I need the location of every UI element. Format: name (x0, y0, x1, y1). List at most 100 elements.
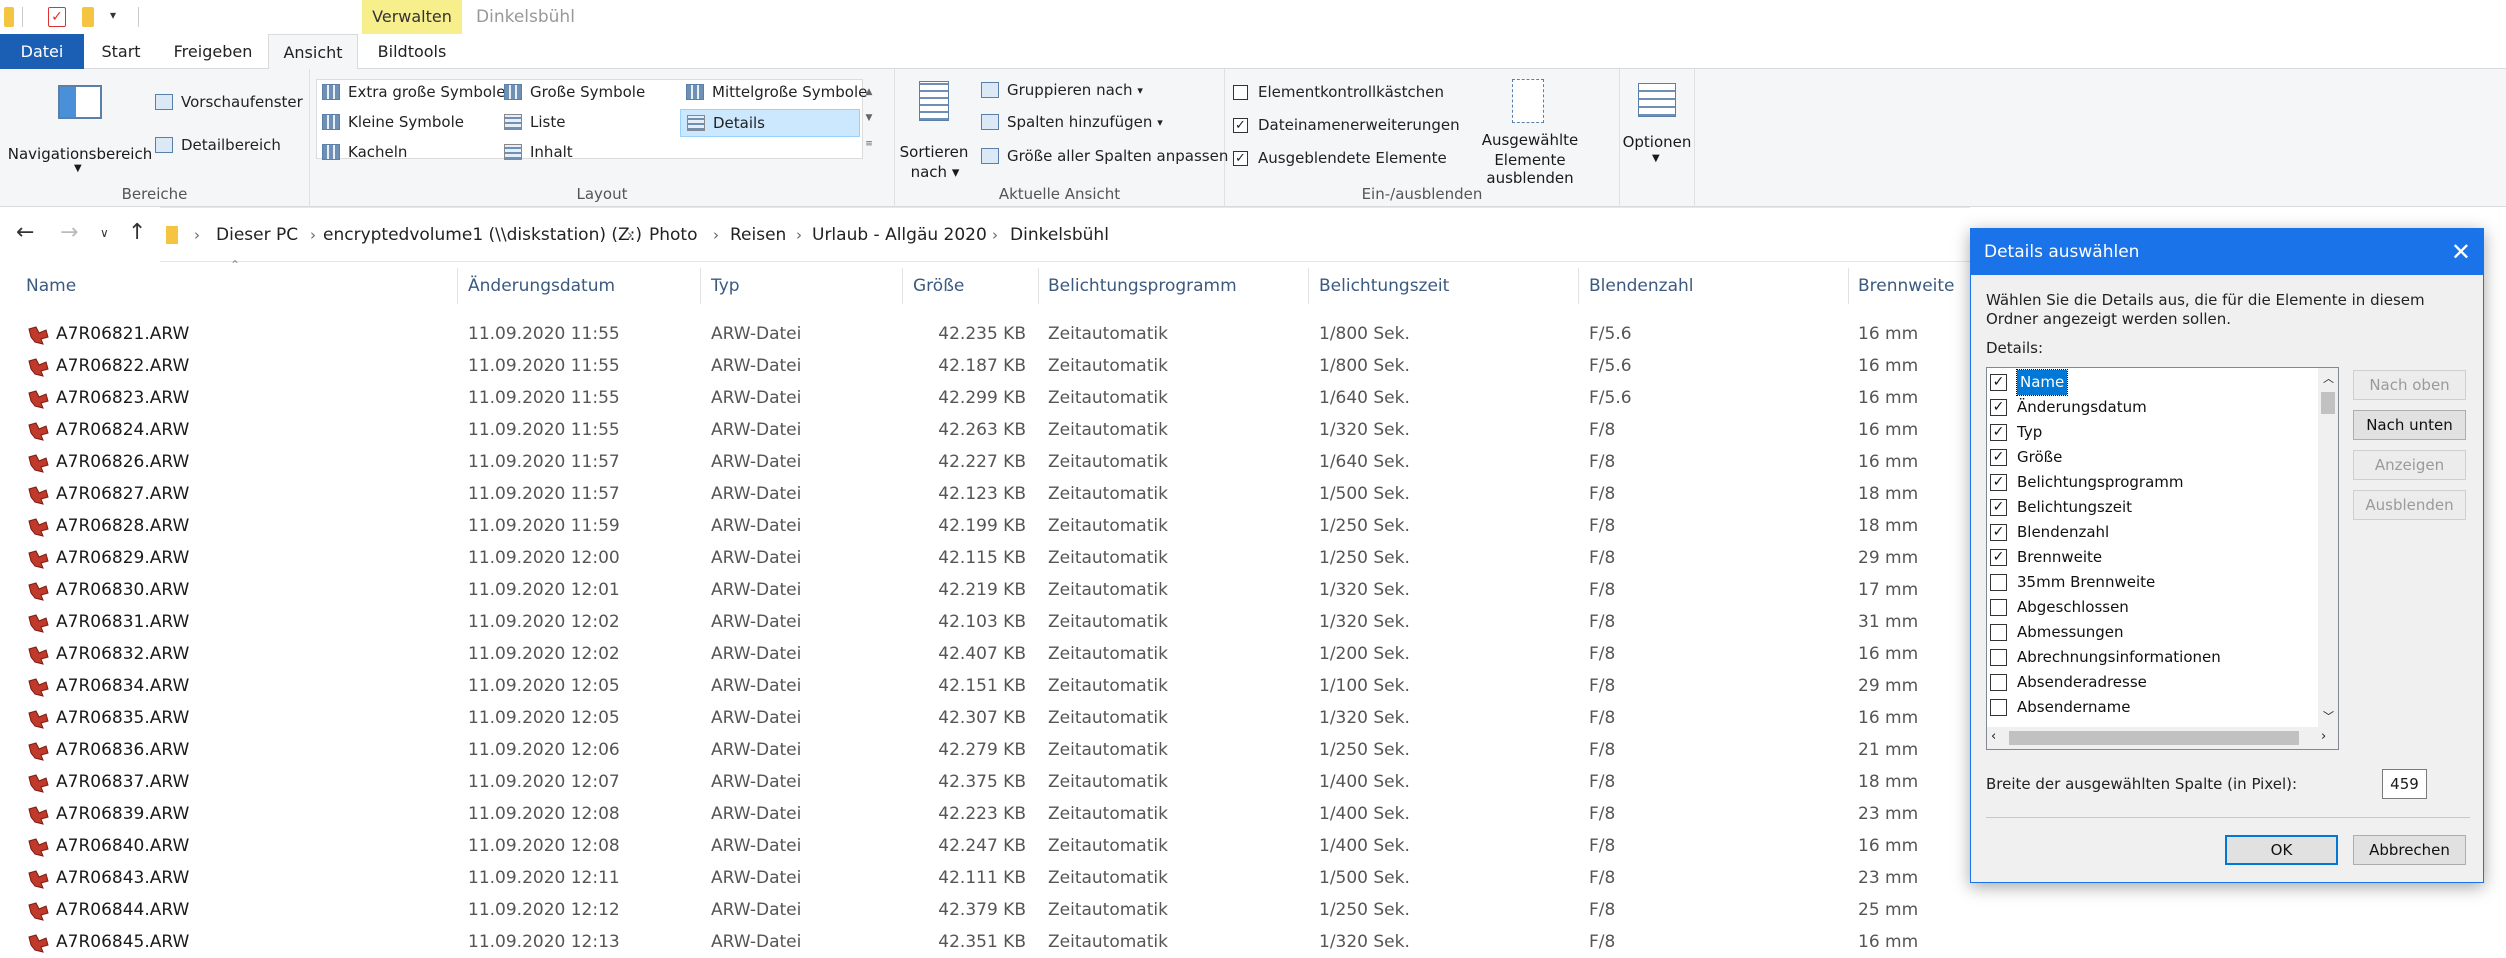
table-row[interactable]: A7R06839.ARW 11.09.2020 12:08 ARW-Datei 42.… (0, 798, 1970, 830)
details-list-item[interactable]: Absenderadresse (1987, 670, 2307, 695)
table-row[interactable]: A7R06827.ARW 11.09.2020 11:57 ARW-Datei 42.… (0, 478, 1970, 510)
table-row[interactable]: A7R06823.ARW 11.09.2020 11:55 ARW-Datei 42.… (0, 382, 1970, 414)
scroll-left-icon[interactable]: ‹ (1991, 729, 1996, 744)
nach-oben-button[interactable]: Nach oben (2353, 370, 2466, 400)
vertical-scrollbar[interactable]: ︿ ﹀ (2318, 368, 2338, 728)
table-row[interactable]: A7R06836.ARW 11.09.2020 12:06 ARW-Datei 42.… (0, 734, 1970, 766)
chevron-right-icon[interactable]: › (194, 208, 200, 263)
column-divider[interactable] (700, 268, 701, 304)
checkbox-checked-icon[interactable]: ✓ (1990, 524, 2007, 541)
column-header-brennweite[interactable]: Brennweite (1858, 262, 1955, 310)
table-row[interactable]: A7R06845.ARW 11.09.2020 12:13 ARW-Datei 42.… (0, 926, 1970, 958)
checkbox-checked-icon[interactable]: ✓ (1990, 499, 2007, 516)
elementkontrollkaestchen-checkbox[interactable]: Elementkontrollkästchen (1233, 83, 1444, 101)
scroll-up-icon[interactable]: ︿ (2323, 370, 2334, 386)
layout-extra-large-icons[interactable]: Extra große Symbole (322, 83, 505, 101)
forward-arrow-icon[interactable]: → (60, 222, 78, 244)
recent-locations-chevron-icon[interactable]: ∨ (100, 222, 109, 244)
checkbox-unchecked[interactable] (1990, 624, 2007, 641)
gallery-scrollbar[interactable]: ▲ ▼ ≡ (864, 79, 874, 159)
layout-content[interactable]: Inhalt (504, 143, 573, 161)
column-divider[interactable] (1308, 268, 1309, 304)
details-list-item[interactable]: Abmessungen (1987, 620, 2307, 645)
breadcrumb-item[interactable]: Dieser PC (216, 208, 298, 263)
layout-details[interactable]: Details (680, 109, 860, 137)
details-list-item[interactable]: ✓ Name (1987, 369, 2307, 396)
scroll-right-icon[interactable]: › (2321, 729, 2326, 744)
column-divider[interactable] (457, 268, 458, 304)
details-list-item[interactable]: Abrechnungsinformationen (1987, 645, 2307, 670)
details-list-item[interactable]: 35mm Brennweite (1987, 570, 2307, 595)
checkbox-checked-icon[interactable]: ✓ (1990, 449, 2007, 466)
checkbox-unchecked[interactable] (1990, 674, 2007, 691)
column-divider[interactable] (1578, 268, 1579, 304)
nach-unten-button[interactable]: Nach unten (2353, 410, 2466, 440)
gruppieren-button[interactable]: Gruppieren nach ▾ (981, 81, 1143, 99)
spaltengroesse-button[interactable]: Größe aller Spalten anpassen (981, 147, 1228, 165)
ausblenden-button[interactable]: Ausblenden (2353, 490, 2466, 520)
breadcrumb-item[interactable]: encryptedvolume1 (\\diskstation) (Z:) (323, 208, 642, 263)
table-row[interactable]: A7R06821.ARW 11.09.2020 11:55 ARW-Datei 42.… (0, 318, 1970, 350)
details-list-item[interactable]: ✓ Änderungsdatum (1987, 395, 2307, 420)
breadcrumb-item[interactable]: Dinkelsbühl (1010, 208, 1109, 263)
table-row[interactable]: A7R06831.ARW 11.09.2020 12:02 ARW-Datei 42.… (0, 606, 1970, 638)
table-row[interactable]: A7R06844.ARW 11.09.2020 12:12 ARW-Datei 42.… (0, 894, 1970, 926)
checkbox-checked-icon[interactable]: ✓ (1990, 474, 2007, 491)
table-row[interactable]: A7R06824.ARW 11.09.2020 11:55 ARW-Datei 42.… (0, 414, 1970, 446)
table-row[interactable]: A7R06835.ARW 11.09.2020 12:05 ARW-Datei 42.… (0, 702, 1970, 734)
tab-datei[interactable]: Datei (0, 34, 84, 69)
checkbox-unchecked[interactable] (1990, 599, 2007, 616)
column-header-name[interactable]: Name (26, 262, 76, 310)
table-row[interactable]: A7R06822.ARW 11.09.2020 11:55 ARW-Datei 42.… (0, 350, 1970, 382)
layout-tiles[interactable]: Kacheln (322, 143, 407, 161)
checkbox-unchecked[interactable] (1990, 699, 2007, 716)
ausgeblendete-elemente-checkbox[interactable]: ✓ Ausgeblendete Elemente (1233, 149, 1447, 167)
chevron-right-icon[interactable]: › (310, 208, 316, 263)
chevron-right-icon[interactable]: › (796, 208, 802, 263)
chevron-right-icon[interactable]: › (992, 208, 998, 263)
abbrechen-button[interactable]: Abbrechen (2353, 835, 2466, 865)
tab-start[interactable]: Start (92, 34, 150, 69)
tab-bildtools[interactable]: Bildtools (362, 34, 462, 69)
properties-icon[interactable]: ✓ (48, 7, 66, 27)
details-list-item[interactable]: ✓ Belichtungszeit (1987, 495, 2307, 520)
table-row[interactable]: A7R06829.ARW 11.09.2020 12:00 ARW-Datei 42.… (0, 542, 1970, 574)
table-row[interactable]: A7R06826.ARW 11.09.2020 11:57 ARW-Datei 42.… (0, 446, 1970, 478)
checkbox-checked-icon[interactable]: ✓ (1990, 399, 2007, 416)
sortieren-button[interactable]: Sortieren nach ▾ (900, 81, 968, 181)
navigationsbereich-button[interactable]: Navigationsbereich ▼ (6, 83, 154, 174)
new-folder-icon[interactable] (82, 7, 94, 27)
breadcrumb-item[interactable]: Photo (649, 208, 698, 263)
details-listbox[interactable]: ✓ Name ✓ Änderungsdatum ✓ Typ ✓ Größe ✓ Belichtun… (1986, 367, 2339, 750)
chevron-right-icon[interactable]: › (627, 208, 633, 263)
layout-large-icons[interactable]: Große Symbole (504, 83, 645, 101)
tab-freigeben[interactable]: Freigeben (166, 34, 260, 69)
horizontal-scrollbar[interactable]: ‹ › (1987, 727, 2338, 749)
detailbereich-button[interactable]: Detailbereich (155, 136, 281, 154)
table-row[interactable]: A7R06832.ARW 11.09.2020 12:02 ARW-Datei 42.… (0, 638, 1970, 670)
chevron-down-icon[interactable]: ▾ (110, 8, 116, 22)
column-header-blendenzahl[interactable]: Blendenzahl (1589, 262, 1693, 310)
ok-button[interactable]: OK (2225, 835, 2338, 865)
table-row[interactable]: A7R06830.ARW 11.09.2020 12:01 ARW-Datei 42.… (0, 574, 1970, 606)
anzeigen-button[interactable]: Anzeigen (2353, 450, 2466, 480)
table-row[interactable]: A7R06840.ARW 11.09.2020 12:08 ARW-Datei 42.… (0, 830, 1970, 862)
column-header-belichtungszeit[interactable]: Belichtungszeit (1319, 262, 1449, 310)
optionen-button[interactable]: Optionen ▼ (1623, 83, 1691, 183)
details-list-item[interactable]: Abgeschlossen (1987, 595, 2307, 620)
checkbox-checked-icon[interactable]: ✓ (1990, 374, 2007, 391)
table-row[interactable]: A7R06837.ARW 11.09.2020 12:07 ARW-Datei 42.… (0, 766, 1970, 798)
scroll-thumb[interactable] (2321, 392, 2335, 414)
column-header-typ[interactable]: Typ (711, 262, 740, 310)
tab-ansicht[interactable]: Ansicht (268, 34, 358, 70)
details-list-item[interactable]: ✓ Blendenzahl (1987, 520, 2307, 545)
breadcrumb-item[interactable]: Urlaub - Allgäu 2020 (812, 208, 987, 263)
column-header-belichtungsprogramm[interactable]: Belichtungsprogramm (1048, 262, 1237, 310)
column-divider[interactable] (1038, 268, 1039, 304)
breadcrumb-item[interactable]: Reisen (730, 208, 786, 263)
column-width-input[interactable]: 459 (2382, 769, 2427, 799)
scroll-down-icon[interactable]: ﹀ (2323, 708, 2334, 724)
vorschaufenster-button[interactable]: Vorschaufenster (155, 93, 303, 111)
chevron-right-icon[interactable]: › (713, 208, 719, 263)
layout-medium-icons[interactable]: Mittelgroße Symbole (686, 83, 867, 101)
